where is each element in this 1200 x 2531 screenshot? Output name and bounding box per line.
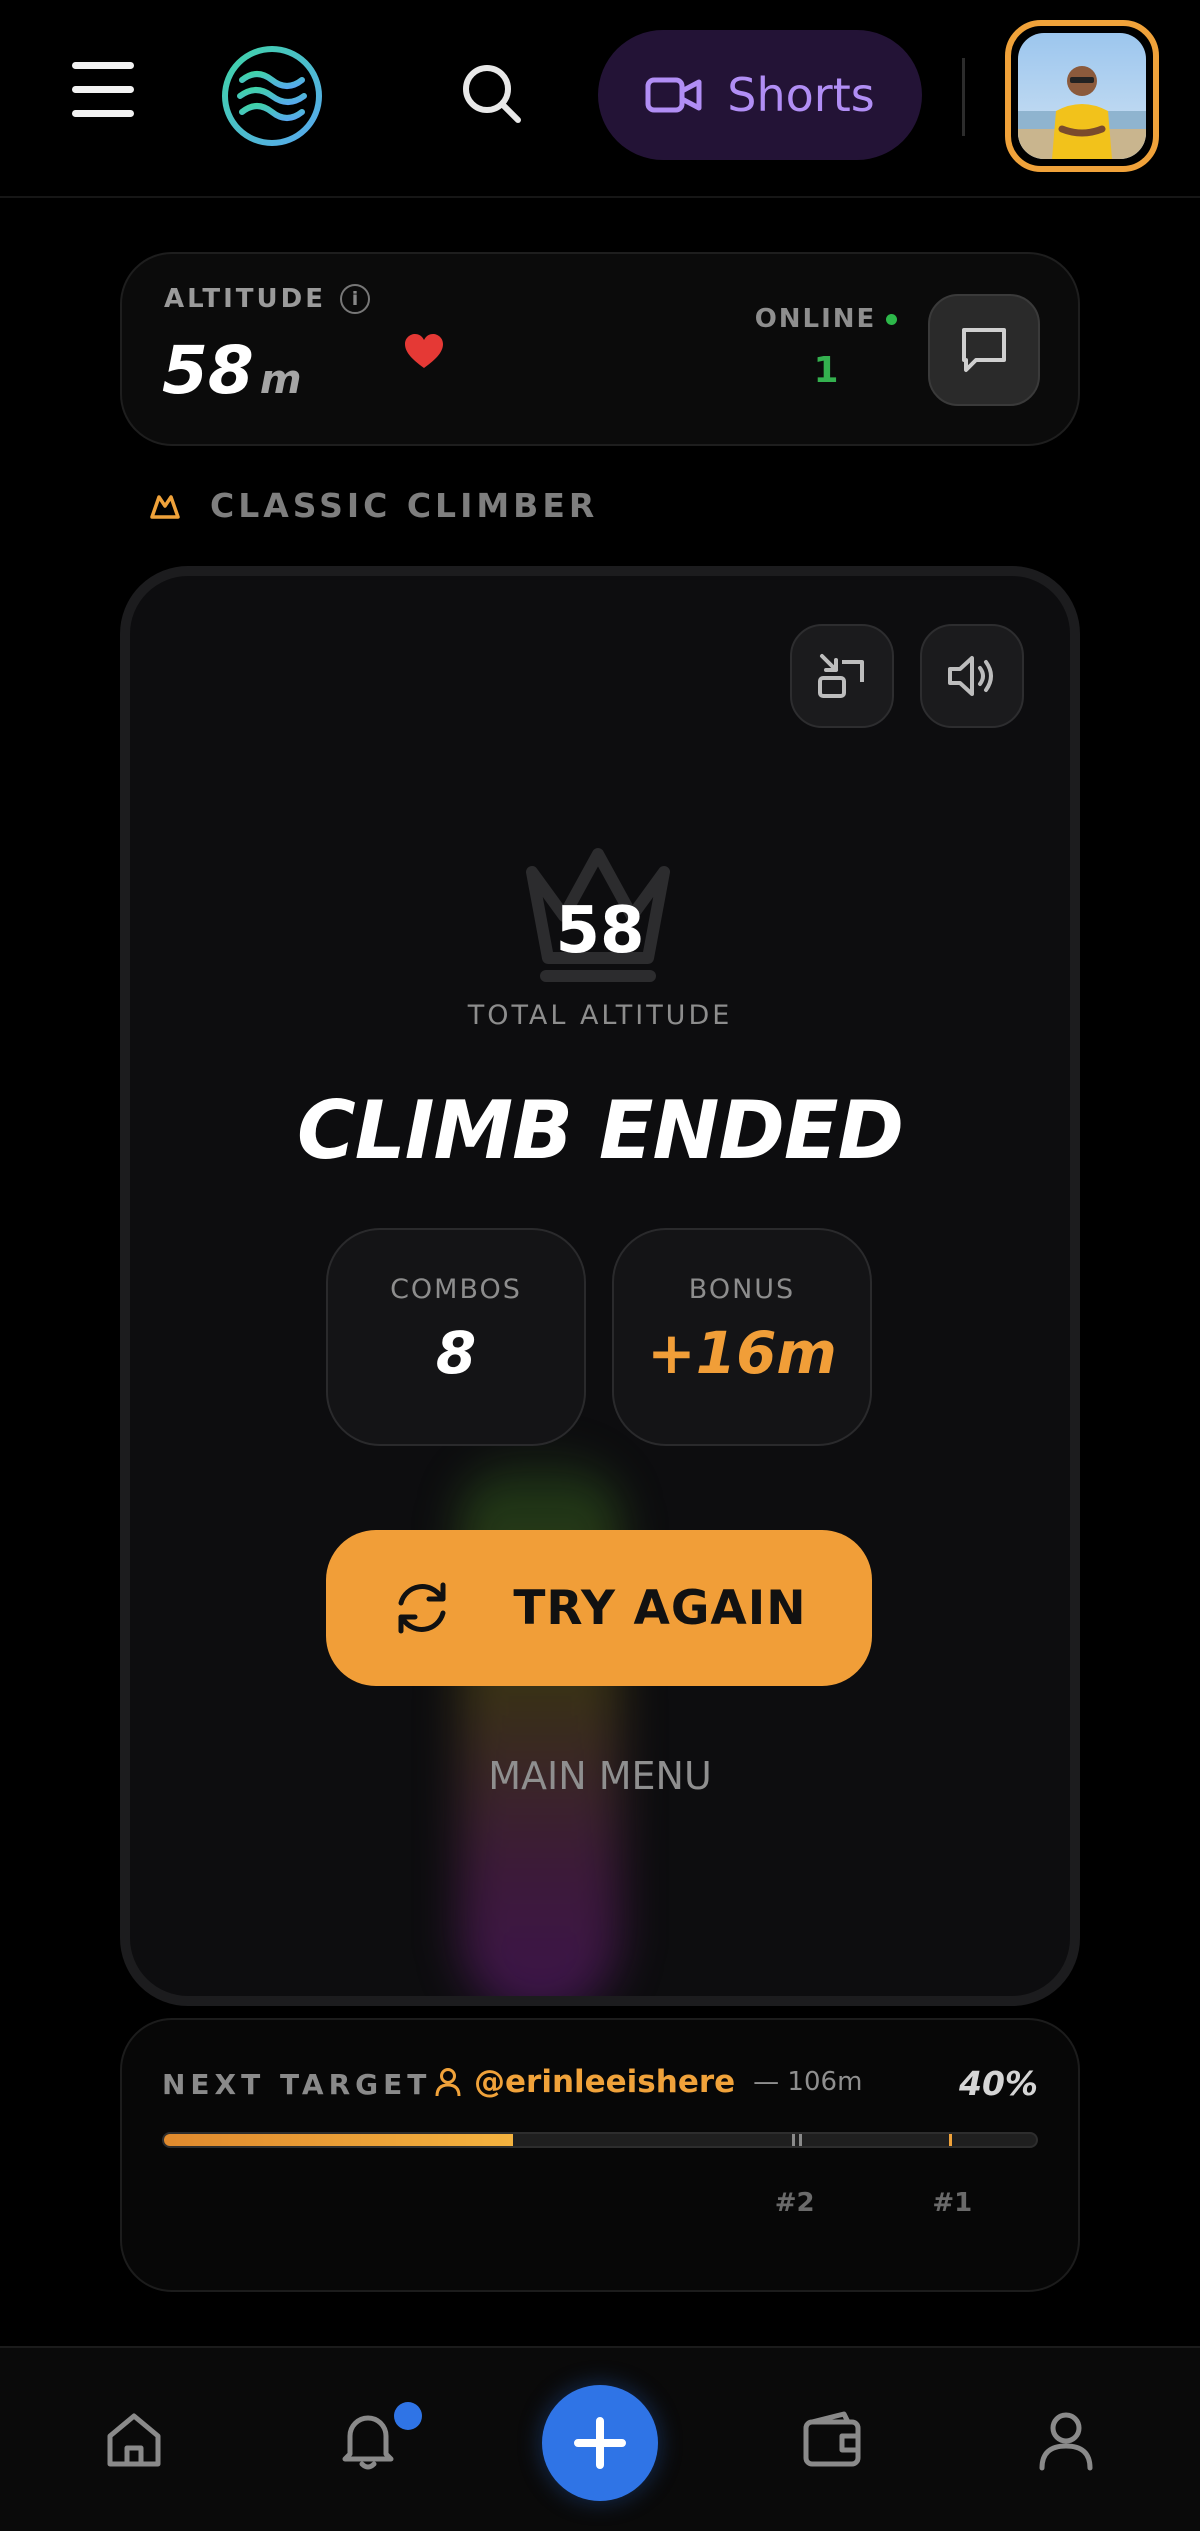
game-mode-label: CLASSIC CLIMBER <box>210 486 599 525</box>
swap-icon <box>818 654 864 698</box>
rank-1-marker <box>948 2134 952 2146</box>
total-altitude-value: 58 <box>555 894 645 968</box>
top-bar: Shorts <box>0 0 1200 198</box>
total-altitude-label: TOTAL ALTITUDE <box>467 1000 733 1031</box>
wallet-icon[interactable] <box>800 2408 864 2472</box>
online-dot <box>886 313 898 325</box>
shorts-label: Shorts <box>727 68 875 122</box>
next-target-card: NEXT TARGET @erinleeishere — 106m 40% #2… <box>120 2018 1080 2292</box>
mountain-icon <box>150 494 180 519</box>
online-count: 1 <box>813 350 839 391</box>
altitude-card: ALTITUDE i 58 m ONLINE 1 <box>120 252 1080 446</box>
search-icon[interactable] <box>460 62 524 126</box>
target-progress-fill <box>164 2134 513 2146</box>
chat-icon <box>962 328 1006 372</box>
online-label-row: ONLINE <box>746 304 906 334</box>
info-icon[interactable]: i <box>340 284 370 314</box>
avatar-photo <box>1018 33 1146 159</box>
shorts-button[interactable]: Shorts <box>598 30 922 160</box>
speaker-icon <box>948 656 993 696</box>
target-user[interactable]: @erinleeishere — 106m <box>434 2064 862 2100</box>
add-icon <box>574 2417 626 2469</box>
notification-badge <box>394 2402 422 2430</box>
rank-2-marker <box>791 2134 795 2146</box>
online-label: ONLINE <box>754 304 877 334</box>
main-menu-button[interactable]: MAIN MENU <box>130 1754 1070 1798</box>
altitude-header: ALTITUDE i <box>164 284 370 314</box>
refresh-icon <box>398 1582 446 1634</box>
bonus-value: +16m <box>647 1319 837 1387</box>
altitude-value: 58 <box>162 332 254 409</box>
try-again-button[interactable]: TRY AGAIN <box>326 1530 872 1686</box>
bonus-stat: BONUS +16m <box>612 1228 872 1446</box>
game-mode: CLASSIC CLIMBER <box>150 486 598 525</box>
profile-icon[interactable] <box>1034 2408 1098 2472</box>
combos-label: COMBOS <box>390 1274 522 1305</box>
climb-ended-title: CLIMB ENDED <box>297 1084 904 1177</box>
avatar[interactable] <box>1005 20 1159 172</box>
swap-view-button[interactable] <box>790 624 894 728</box>
waves-logo-icon[interactable] <box>220 44 324 148</box>
video-camera-icon <box>645 77 702 113</box>
rank-2-label: #2 <box>774 2188 815 2218</box>
create-button[interactable] <box>542 2385 658 2501</box>
header-divider <box>962 58 965 136</box>
chat-button[interactable] <box>928 294 1040 406</box>
bottom-nav <box>0 2346 1200 2531</box>
bonus-label: BONUS <box>688 1274 796 1305</box>
combos-stat: COMBOS 8 <box>326 1228 586 1446</box>
altitude-unit: m <box>259 357 302 403</box>
target-username[interactable]: @erinleeishere <box>474 2064 735 2100</box>
target-distance: — 106m <box>753 2067 863 2097</box>
sound-button[interactable] <box>920 624 1024 728</box>
home-icon[interactable] <box>102 2408 166 2472</box>
rank-1-label: #1 <box>932 2188 973 2218</box>
target-progress-percent: 40% <box>959 2064 1038 2103</box>
altitude-value-group: 58 m <box>162 332 302 409</box>
combos-value: 8 <box>435 1319 477 1387</box>
online-indicator: ONLINE 1 <box>746 304 906 391</box>
altitude-label: ALTITUDE <box>164 284 326 314</box>
bell-icon[interactable] <box>336 2408 400 2472</box>
next-target-label: NEXT TARGET <box>162 2068 432 2101</box>
try-again-label: TRY AGAIN <box>513 1580 807 1636</box>
hamburger-menu-icon[interactable] <box>72 62 134 118</box>
game-panel: 58 TOTAL ALTITUDE CLIMB ENDED COMBOS 8 B… <box>120 566 1080 2006</box>
heart-icon <box>404 334 444 370</box>
user-icon <box>435 2068 461 2097</box>
target-progress-bar <box>162 2132 1038 2148</box>
